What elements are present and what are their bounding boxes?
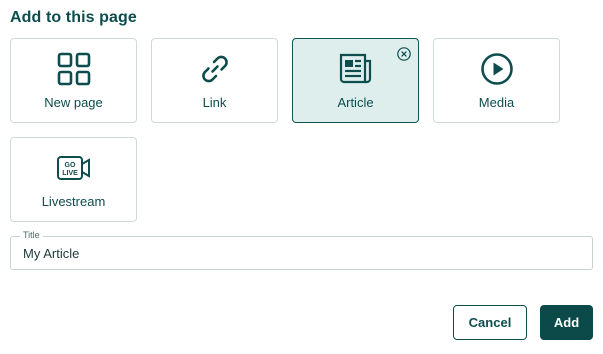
tile-livestream[interactable]: GO LIVE Livestream (10, 137, 137, 222)
cancel-button[interactable]: Cancel (453, 305, 527, 340)
svg-text:GO: GO (64, 162, 75, 169)
grid-icon (56, 51, 92, 87)
tile-label: Livestream (41, 194, 106, 209)
title-input[interactable]: My Article (23, 246, 582, 261)
tile-label: New page (44, 95, 103, 110)
tile-label: Media (478, 95, 515, 110)
tile-label: Link (202, 95, 227, 110)
svg-text:LIVE: LIVE (62, 170, 78, 177)
link-icon (197, 51, 233, 87)
go-live-icon: GO LIVE (56, 150, 92, 186)
title-field[interactable]: Title My Article (10, 230, 593, 270)
play-icon (479, 51, 515, 87)
tile-link[interactable]: Link (151, 38, 278, 123)
tile-new-page[interactable]: New page (10, 38, 137, 123)
add-button[interactable]: Add (540, 305, 593, 340)
tile-article[interactable]: Article (292, 38, 419, 123)
dialog-heading: Add to this page (10, 9, 137, 26)
tile-label: Article (337, 95, 374, 110)
article-icon (338, 51, 374, 87)
tile-media[interactable]: Media (433, 38, 560, 123)
remove-selection-icon[interactable] (396, 46, 412, 62)
title-field-label: Title (20, 230, 43, 240)
